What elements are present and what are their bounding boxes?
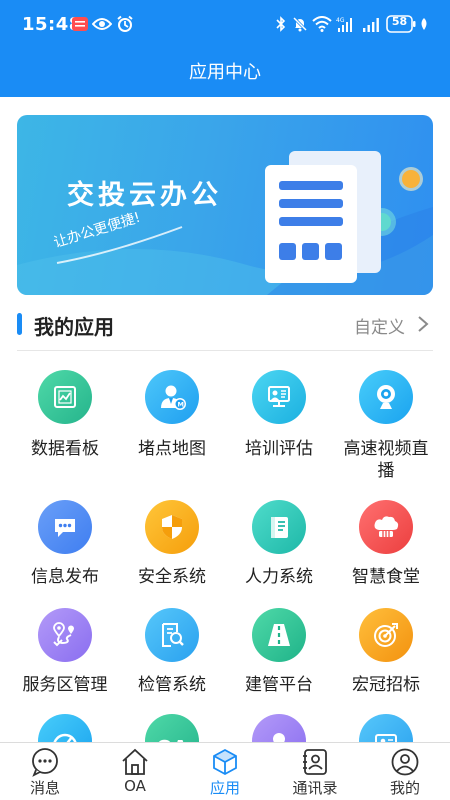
app-construction-platform[interactable]: 建管平台	[225, 608, 333, 703]
nav-apps[interactable]: 应用	[180, 743, 270, 800]
app-center-screen: 15:48 4G 58 应用中心 交投云办公 让办公更便捷! 我的应用 自定义 …	[0, 0, 450, 800]
shield-icon	[145, 500, 199, 554]
app-label: 智慧食堂	[352, 567, 420, 587]
app-training-eval[interactable]: 培训评估	[225, 370, 333, 470]
person-badge-icon: M	[145, 370, 199, 424]
app-inspection-system[interactable]: 检管系统	[118, 608, 226, 703]
app-label: 培训评估	[245, 439, 313, 459]
app-label-line2: 播	[377, 461, 395, 481]
svg-text:M: M	[178, 401, 184, 409]
app-label: 堵点地图	[138, 439, 206, 459]
page-title: 应用中心	[189, 62, 261, 83]
app-blockage-map[interactable]: M 堵点地图	[118, 370, 226, 470]
app-service-area-mgmt[interactable]: 服务区管理	[11, 608, 119, 703]
app-label: 信息发布	[31, 567, 99, 587]
customize-button[interactable]: 自定义	[354, 313, 405, 338]
oa-icon: OA	[145, 714, 199, 742]
nav-label: 我的	[389, 779, 420, 797]
app-hr-system[interactable]: 人力系统	[225, 500, 333, 595]
cube-icon	[213, 748, 237, 776]
mute-bell-icon	[292, 14, 308, 34]
signal-icon	[362, 14, 380, 34]
road-icon	[252, 608, 306, 662]
nav-me[interactable]: 我的	[360, 743, 450, 800]
presentation-icon	[252, 370, 306, 424]
status-bar: 15:48 4G 58	[0, 0, 450, 50]
app-info-publish[interactable]: 信息发布	[11, 500, 119, 595]
nav-label: OA	[124, 777, 146, 795]
app-label: 建管平台	[245, 675, 313, 695]
app-label: 检管系统	[138, 675, 206, 695]
contacts-icon	[303, 749, 327, 775]
map-pin-route-icon	[38, 608, 92, 662]
target-icon	[359, 608, 413, 662]
nav-label: 通讯录	[292, 779, 338, 797]
section-accent-bar	[17, 313, 22, 335]
top-bar: 15:48 4G 58 应用中心	[0, 0, 450, 97]
app-highway-live-video[interactable]: 高速视频直 播	[332, 370, 440, 482]
section-divider	[17, 350, 433, 351]
document-search-icon	[145, 608, 199, 662]
chart-board-icon	[38, 370, 92, 424]
profile-icon	[391, 748, 419, 776]
chat-icon	[32, 748, 58, 777]
nav-contacts[interactable]: 通讯录	[270, 743, 360, 800]
eye-icon	[92, 14, 112, 34]
app-label: 安全系统	[138, 567, 206, 587]
chat-bubble-icon	[38, 500, 92, 554]
app-label: 宏冠招标	[352, 675, 420, 695]
app-label: 数据看板	[31, 439, 99, 459]
app-label: 服务区管理	[22, 675, 108, 695]
section-title: 我的应用	[34, 315, 114, 339]
signal-4g-icon: 4G	[336, 14, 356, 34]
nav-label: 消息	[29, 779, 60, 797]
chef-hat-icon	[359, 500, 413, 554]
app-partial-speedometer[interactable]	[11, 714, 119, 742]
app-label: 人力系统	[245, 567, 313, 587]
speedometer-icon	[38, 714, 92, 742]
app-partial-oa[interactable]: OA	[118, 714, 226, 742]
webcam-icon	[359, 370, 413, 424]
battery-icon: 58	[386, 14, 416, 34]
wifi-icon	[312, 14, 332, 34]
book-icon	[252, 500, 306, 554]
alarm-icon	[116, 14, 134, 34]
message-notification-icon	[72, 14, 88, 34]
app-data-board[interactable]: 数据看板	[11, 370, 119, 470]
chevron-right-icon	[418, 316, 429, 332]
app-label-line1: 高速视频直	[343, 439, 429, 459]
leaf-icon	[419, 14, 429, 34]
promo-banner[interactable]: 交投云办公 让办公更便捷!	[17, 115, 433, 295]
bluetooth-icon	[276, 14, 286, 34]
nav-label: 应用	[209, 779, 240, 797]
bottom-nav: 消息 OA 应用 通讯录 我的	[0, 742, 450, 800]
svg-text:4G: 4G	[336, 17, 345, 24]
battery-level: 58	[391, 15, 408, 28]
app-partial-id-card[interactable]	[332, 714, 440, 742]
home-icon	[122, 748, 148, 775]
nav-messages[interactable]: 消息	[0, 743, 90, 800]
app-security-system[interactable]: 安全系统	[118, 500, 226, 595]
id-card-icon	[359, 714, 413, 742]
app-hongguan-bidding[interactable]: 宏冠招标	[332, 608, 440, 703]
app-smart-canteen[interactable]: 智慧食堂	[332, 500, 440, 595]
person-icon	[252, 714, 306, 742]
nav-oa[interactable]: OA	[90, 743, 180, 800]
banner-title: 交投云办公	[67, 180, 222, 211]
app-partial-person[interactable]	[225, 714, 333, 742]
